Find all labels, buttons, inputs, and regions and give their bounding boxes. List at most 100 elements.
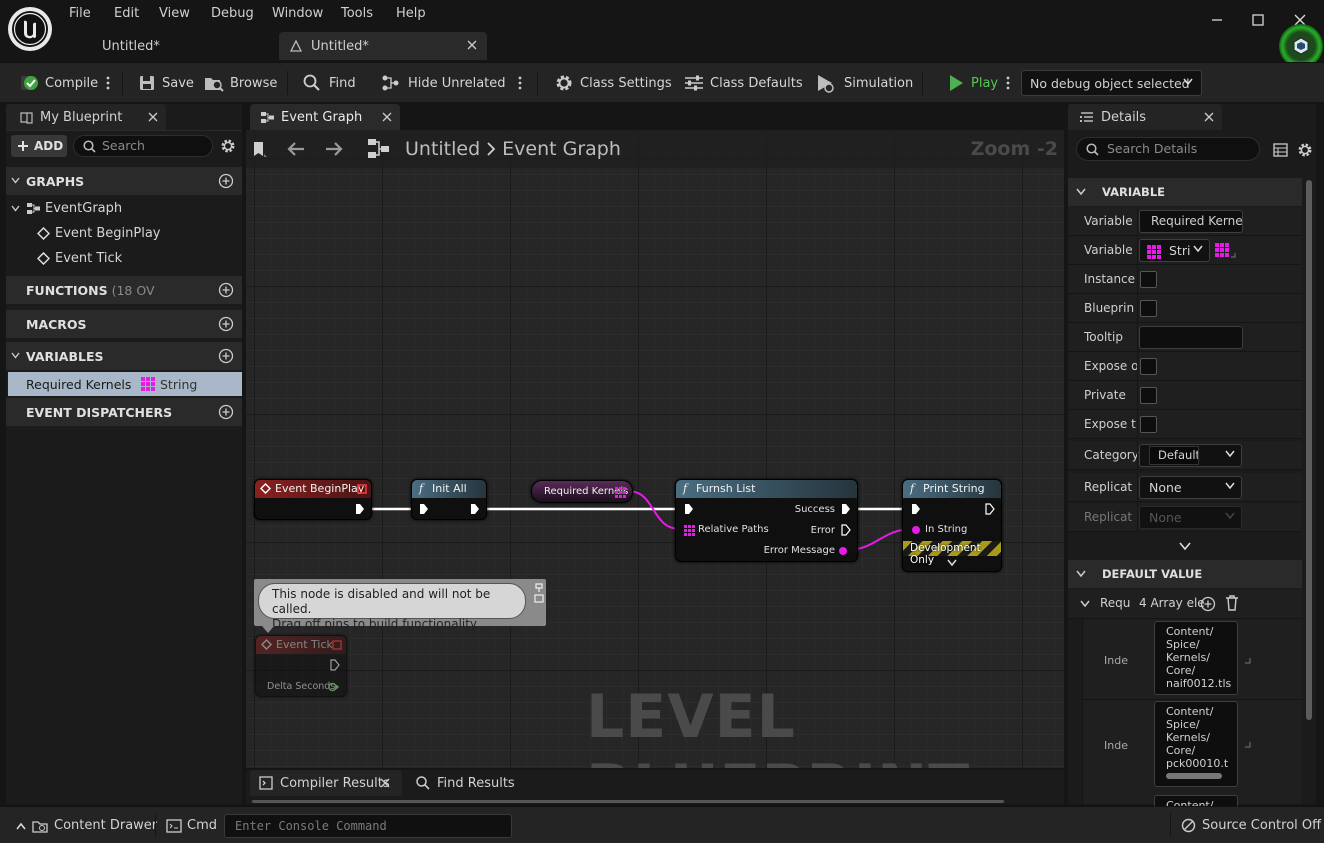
property-matrix-icon[interactable] [1273, 143, 1288, 157]
menu-view[interactable]: View [159, 6, 190, 24]
container-type-array-icon[interactable] [1215, 243, 1237, 259]
blueprint-search-input[interactable]: Search [73, 135, 213, 157]
replication-dropdown[interactable]: None [1139, 476, 1242, 499]
menu-tools[interactable]: Tools [341, 6, 373, 24]
expose-on-spawn-checkbox[interactable] [1140, 358, 1157, 375]
trash-icon[interactable] [1225, 595, 1239, 611]
graphs-section-header[interactable]: GRAPHS [6, 167, 242, 195]
my-blueprint-tab[interactable]: My Blueprint [6, 104, 166, 130]
browse-button[interactable]: Browse [204, 73, 277, 93]
instance-editable-checkbox[interactable] [1140, 271, 1157, 288]
unreal-logo-icon[interactable] [8, 7, 52, 51]
text-scrollbar[interactable] [1166, 773, 1222, 779]
exec-out-pin-outline-icon[interactable] [985, 503, 995, 515]
node-furnsh-list[interactable]: f Furnsh List Relative Paths Success Err… [675, 479, 858, 562]
add-macro-icon[interactable] [218, 316, 234, 332]
show-advanced-chevron-icon[interactable] [1179, 542, 1191, 551]
variable-name-input[interactable]: Required Kernel [1139, 210, 1243, 233]
add-variable-icon[interactable] [218, 348, 234, 364]
variable-section-header[interactable]: VARIABLE [1068, 178, 1302, 206]
exec-out-pin-icon[interactable] [470, 503, 480, 515]
node-event-tick[interactable]: Event Tick Delta Seconds [255, 635, 347, 697]
settings-gear-icon[interactable] [1297, 142, 1313, 158]
menu-file[interactable]: File [69, 6, 91, 24]
tooltip-input[interactable] [1139, 326, 1243, 349]
exec-out-pin-icon[interactable] [355, 503, 365, 515]
play-button[interactable]: Play [948, 73, 1010, 93]
exec-out-pin-icon[interactable] [841, 503, 851, 515]
maximize-icon[interactable] [1248, 10, 1268, 30]
class-settings-button[interactable]: Class Settings [554, 73, 672, 93]
menu-edit[interactable]: Edit [114, 6, 139, 24]
functions-section-header[interactable]: FUNCTIONS (18 OV [6, 276, 242, 304]
tree-item-event-tick[interactable]: Event Tick [37, 251, 122, 266]
event-graph-canvas[interactable]: Untitled Event Graph Zoom -2 Event Begin… [246, 130, 1064, 768]
expose-to-cinematics-checkbox[interactable] [1140, 416, 1157, 433]
compile-options-icon[interactable] [106, 76, 110, 90]
bottom-scrollbar[interactable] [252, 800, 1004, 803]
details-scrollbar[interactable] [1306, 180, 1312, 720]
string-array-pin-icon[interactable] [684, 525, 695, 536]
cmd-button[interactable]: Cmd [166, 818, 217, 833]
variable-row-required-kernels[interactable]: Required Kernels String [8, 372, 242, 396]
settings-gear-icon[interactable] [220, 138, 236, 154]
category-dropdown[interactable]: Default [1139, 444, 1242, 467]
pin-comment-icon[interactable] [534, 582, 544, 604]
exec-out-pin-outline-icon[interactable] [330, 659, 340, 671]
node-event-beginplay[interactable]: Event BeginPlay [254, 479, 372, 520]
doc-tab-2[interactable]: Untitled* [279, 32, 487, 60]
find-results-tab[interactable]: Find Results [416, 776, 515, 791]
float-pin-icon[interactable] [328, 682, 339, 692]
menu-window[interactable]: Window [272, 6, 323, 24]
delegate-pin-icon[interactable] [332, 640, 342, 650]
save-button[interactable]: Save [138, 73, 194, 93]
variable-type-dropdown[interactable]: Stri [1139, 239, 1210, 262]
debug-object-dropdown[interactable]: No debug object selected [1021, 70, 1202, 96]
content-drawer-button[interactable]: Content Drawer [16, 818, 157, 833]
find-button[interactable]: Find [303, 73, 356, 93]
exec-in-pin-icon[interactable] [911, 503, 921, 515]
category-value[interactable]: Default [1149, 446, 1199, 465]
class-defaults-button[interactable]: Class Defaults [684, 73, 803, 93]
add-element-icon[interactable] [1200, 596, 1216, 612]
string-pin-icon[interactable] [911, 525, 921, 535]
compiler-results-tab[interactable]: Compiler Results [250, 770, 402, 796]
chevron-down-icon[interactable] [1080, 600, 1090, 608]
node-init-all[interactable]: f Init All [411, 479, 487, 520]
menu-help[interactable]: Help [396, 6, 426, 24]
tree-item-event-beginplay[interactable]: Event BeginPlay [37, 226, 161, 241]
event-dispatchers-section-header[interactable]: EVENT DISPATCHERS [6, 398, 242, 426]
macros-section-header[interactable]: MACROS [6, 310, 242, 338]
disabled-node-comment[interactable]: This node is disabled and will not be ca… [254, 579, 546, 633]
exec-in-pin-icon[interactable] [684, 503, 694, 515]
add-graph-icon[interactable] [218, 173, 234, 189]
close-tab-icon[interactable] [382, 112, 392, 122]
hide-unrelated-button[interactable]: Hide Unrelated [381, 73, 522, 93]
add-function-icon[interactable] [218, 282, 234, 298]
minimize-icon[interactable] [1207, 10, 1227, 30]
tree-item-eventgraph[interactable]: EventGraph [11, 201, 122, 216]
chevron-down-icon[interactable] [947, 559, 957, 567]
close-tab-icon[interactable] [467, 40, 477, 50]
play-options-icon[interactable] [1006, 76, 1010, 90]
compile-button[interactable]: Compile [20, 73, 110, 93]
simulation-button[interactable]: Simulation [816, 73, 913, 93]
private-checkbox[interactable] [1140, 387, 1157, 404]
array-element-0-input[interactable]: Content/ Spice/ Kernels/ Core/ naif0012.… [1154, 621, 1238, 695]
event-graph-tab[interactable]: Event Graph [250, 104, 400, 130]
array-element-1-input[interactable]: Content/ Spice/ Kernels/ Core/ pck00010.… [1154, 701, 1238, 787]
delegate-pin-icon[interactable] [357, 484, 367, 494]
default-value-section-header[interactable]: DEFAULT VALUE [1068, 560, 1302, 588]
exec-out-pin-outline-icon[interactable] [841, 524, 851, 536]
source-control-button[interactable]: Source Control Off [1181, 818, 1321, 833]
console-command-input[interactable]: Enter Console Command [224, 814, 512, 838]
string-pin-icon[interactable] [838, 546, 848, 556]
hide-unrelated-options-icon[interactable] [518, 76, 522, 90]
doc-tab-1[interactable]: Untitled* [92, 32, 272, 60]
node-print-string[interactable]: f Print String In String Development Onl… [902, 479, 1002, 572]
string-array-pin-icon[interactable] [615, 487, 626, 498]
details-tab[interactable]: Details [1068, 104, 1222, 130]
node-required-kernels-getter[interactable]: Required Kernels [531, 480, 633, 503]
variables-section-header[interactable]: VARIABLES [6, 342, 242, 370]
close-tab-icon[interactable] [380, 778, 390, 788]
